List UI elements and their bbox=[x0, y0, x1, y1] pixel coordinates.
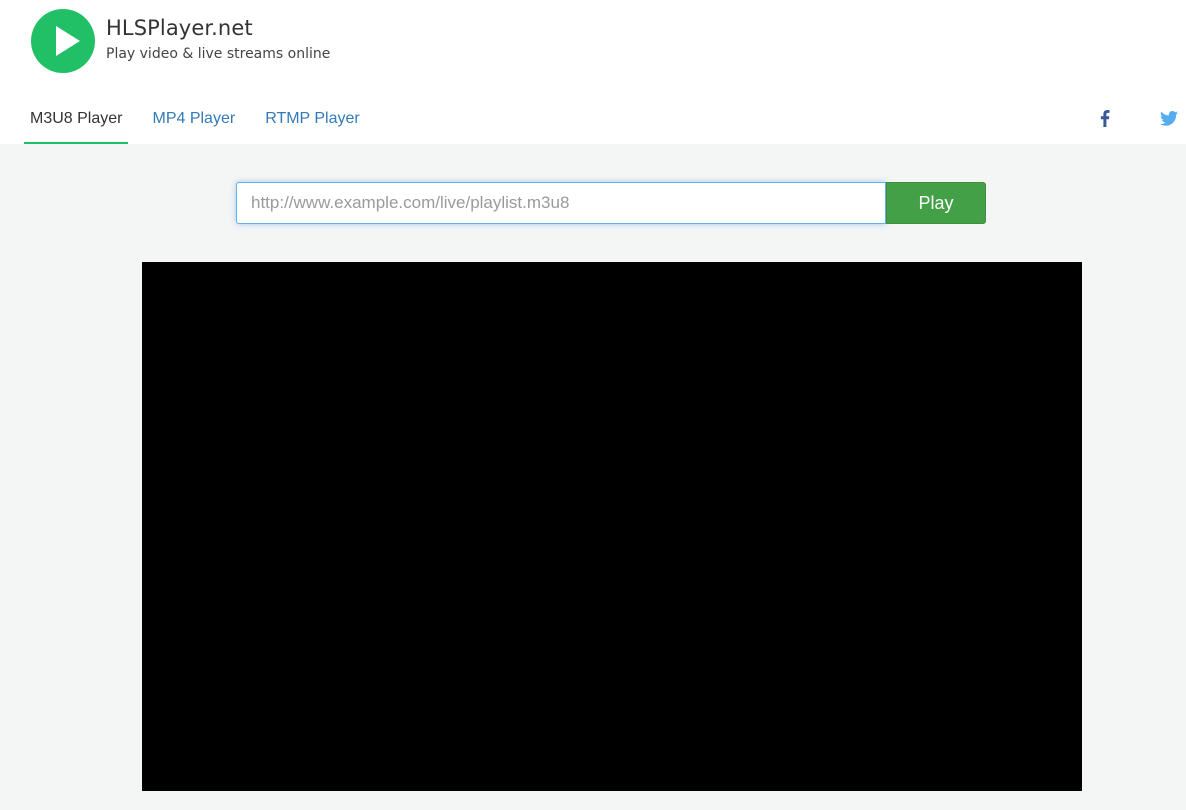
site-header: HLSPlayer.net Play video & live streams … bbox=[0, 0, 1186, 144]
twitter-link[interactable] bbox=[1159, 108, 1179, 128]
site-tagline: Play video & live streams online bbox=[106, 46, 331, 62]
player-tabs: M3U8 Player MP4 Player RTMP Player bbox=[24, 96, 384, 144]
brand: HLSPlayer.net Play video & live streams … bbox=[106, 14, 330, 63]
twitter-icon bbox=[1160, 110, 1178, 126]
video-player[interactable] bbox=[142, 262, 1082, 791]
tab-mp4-player[interactable]: MP4 Player bbox=[146, 96, 241, 144]
stream-url-input[interactable] bbox=[236, 182, 886, 224]
facebook-link[interactable] bbox=[1095, 108, 1115, 128]
play-circle-icon[interactable] bbox=[31, 9, 95, 73]
tab-rtmp-player[interactable]: RTMP Player bbox=[259, 96, 366, 144]
facebook-icon bbox=[1100, 109, 1110, 127]
play-button[interactable]: Play bbox=[886, 182, 986, 224]
site-title[interactable]: HLSPlayer.net bbox=[106, 14, 330, 42]
tab-m3u8-player[interactable]: M3U8 Player bbox=[24, 96, 129, 144]
stream-url-form: Play bbox=[236, 182, 986, 224]
